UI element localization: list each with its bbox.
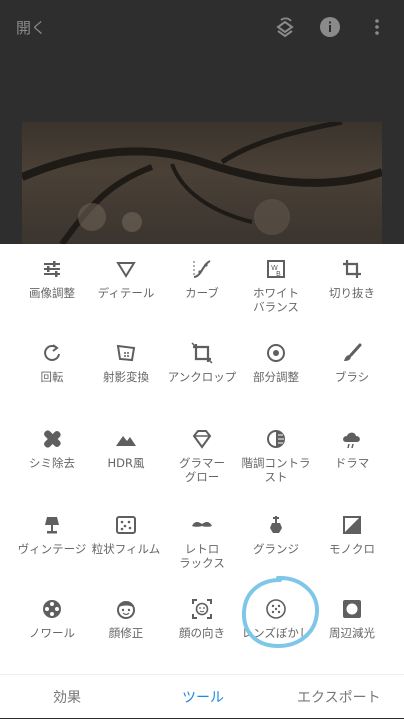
history-layers-icon[interactable]	[274, 16, 296, 38]
tab-export[interactable]: エクスポート	[297, 687, 381, 707]
perspective-icon	[116, 344, 136, 362]
expand-icon	[191, 342, 213, 364]
tool-label: ディテール	[97, 286, 155, 300]
tool-label: 射影変換	[103, 370, 149, 384]
bottom-tabs: 効果 ツール エクスポート	[0, 674, 404, 719]
tool-selective[interactable]: 部分調整	[232, 342, 320, 384]
mustache-icon	[192, 522, 212, 527]
sliders-icon	[44, 261, 60, 277]
bandage-icon	[44, 430, 61, 448]
curve-icon	[193, 260, 211, 278]
tab-effects[interactable]: 効果	[53, 687, 81, 707]
selective-icon	[267, 344, 285, 362]
tool-label: 粒状フィルム	[91, 542, 161, 556]
tool-mountain[interactable]: HDR風	[82, 428, 170, 470]
tool-guitar[interactable]: グランジ	[232, 514, 320, 556]
monochrome-icon	[343, 516, 361, 534]
tool-label: ドラマ	[334, 456, 370, 470]
tool-crop[interactable]: 切り抜き	[308, 258, 396, 300]
tool-label: ホワイト バランス	[253, 286, 299, 314]
tools-sheet: 画像調整 ディテール カーブ W B ホワイト バランス 切り抜き 回転 射影変換 アンクロップ部…	[0, 244, 404, 718]
crop-icon	[343, 260, 361, 278]
photo-preview	[22, 122, 382, 244]
triangle-down-icon	[116, 262, 136, 278]
mountain-icon	[116, 436, 136, 446]
tool-label: ブラシ	[334, 370, 370, 384]
face-icon	[117, 601, 135, 619]
vignette-icon	[343, 600, 361, 618]
guitar-icon	[270, 516, 282, 533]
tool-label: 切り抜き	[329, 286, 375, 300]
tool-label: レンズぼかし	[241, 626, 311, 640]
tool-perspective[interactable]: 射影変換	[82, 342, 170, 384]
brush-icon	[344, 343, 362, 361]
film-reel-icon	[43, 600, 61, 618]
tool-label: 周辺減光	[329, 626, 375, 640]
tool-brush[interactable]: ブラシ	[308, 342, 396, 384]
tool-cloud[interactable]: ドラマ	[308, 428, 396, 470]
tool-vignette[interactable]: 周辺減光	[308, 598, 396, 640]
cloud-icon	[343, 432, 360, 449]
top-bar: 開く	[0, 0, 404, 54]
tonal-icon	[267, 430, 285, 448]
tool-grain[interactable]: 粒状フィルム	[82, 514, 170, 556]
tool-tonal[interactable]: 階調コントラ スト	[232, 428, 320, 484]
face-pose-icon	[192, 599, 212, 619]
tool-label: 部分調整	[253, 370, 299, 384]
open-button[interactable]: 開く	[16, 17, 46, 38]
tool-label: モノクロ	[329, 542, 375, 556]
grain-icon	[116, 516, 136, 534]
tab-tools[interactable]: ツール	[182, 687, 224, 707]
tool-monochrome[interactable]: モノクロ	[308, 514, 396, 556]
tool-white-balance[interactable]: W B ホワイト バランス	[232, 258, 320, 314]
info-icon[interactable]	[319, 16, 341, 38]
lens-blur-icon	[266, 599, 286, 619]
lamp-icon	[45, 517, 59, 534]
svg-text:B: B	[276, 270, 281, 278]
more-vert-icon[interactable]	[366, 16, 388, 38]
tool-triangle-down[interactable]: ディテール	[82, 258, 170, 300]
rotate-icon	[44, 344, 60, 361]
white-balance-icon: WB	[267, 260, 285, 278]
tool-label: グランジ	[253, 542, 299, 556]
diamond-icon	[192, 430, 212, 449]
tool-label: 顔修正	[108, 626, 144, 640]
tool-face[interactable]: 顔修正	[82, 598, 170, 640]
tool-label: 階調コントラ スト	[241, 456, 311, 484]
tool-label: HDR風	[107, 456, 145, 470]
tool-lens-blur[interactable]: レンズぼかし	[232, 598, 320, 640]
